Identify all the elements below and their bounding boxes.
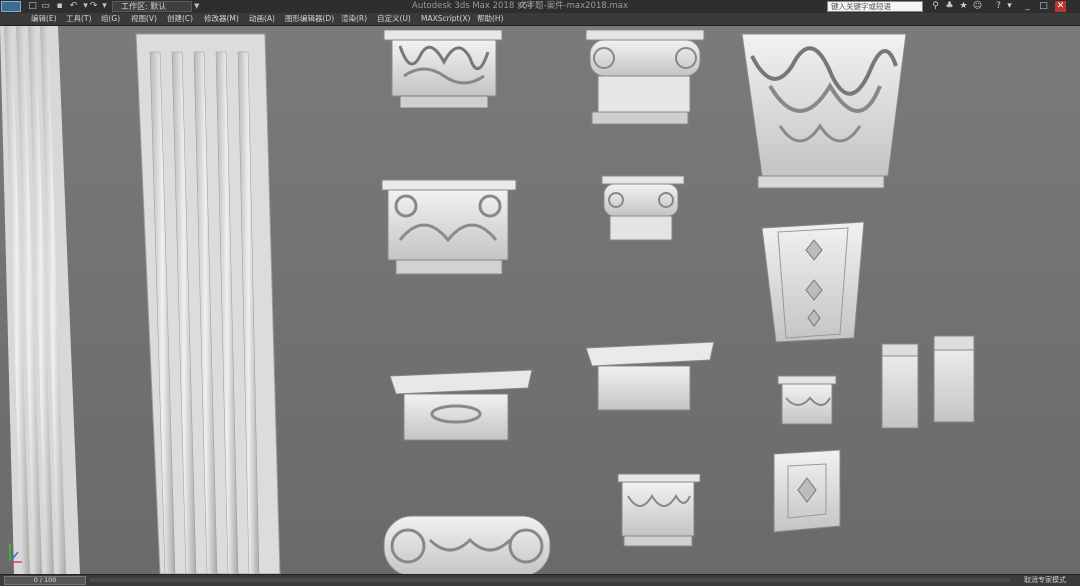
new-file-icon[interactable]: □	[27, 1, 38, 11]
menu-edit[interactable]: 编辑(E)	[31, 13, 57, 25]
user-icon[interactable]: ☺	[972, 1, 983, 12]
minimize-icon[interactable]: _	[1022, 1, 1033, 12]
rosette-panel	[773, 449, 841, 533]
axis-tripod-icon	[6, 536, 26, 566]
subscription-icon[interactable]: ♣	[944, 1, 955, 12]
title-bar: □ ▭ ▪ ↶ ▾ ↷ ▾ 工作区: 默认 ▼ Autodesk 3ds Max…	[0, 0, 1080, 14]
pilaster-block-b	[933, 335, 975, 423]
menu-graph-editors[interactable]: 图形编辑器(D)	[285, 13, 334, 25]
cancel-expert-mode-button[interactable]: 取消专家模式	[1012, 575, 1078, 586]
help-dropdown-icon[interactable]: ▾	[1004, 1, 1015, 12]
menu-rendering[interactable]: 渲染(R)	[341, 13, 367, 25]
menu-views[interactable]: 视图(V)	[131, 13, 157, 25]
menu-help[interactable]: 帮助(H)	[477, 13, 504, 25]
menu-group[interactable]: 组(G)	[101, 13, 120, 25]
pilaster-block-a	[881, 343, 919, 429]
small-capital-right	[777, 375, 837, 425]
redo-dropdown-icon[interactable]: ▾	[99, 1, 110, 11]
viewport-scene	[0, 26, 1080, 574]
menu-animation[interactable]: 动画(A)	[249, 13, 275, 25]
workspace-selector[interactable]: 工作区: 默认	[112, 1, 192, 12]
track-bar[interactable]	[90, 578, 1010, 582]
close-icon[interactable]: ✕	[1055, 1, 1066, 12]
maximize-icon[interactable]: □	[1038, 1, 1049, 12]
binoculars-icon[interactable]: ⚲	[930, 1, 941, 12]
composite-capital-3	[617, 473, 701, 547]
app-menu-button[interactable]	[1, 1, 21, 12]
scroll-capital-bottom	[383, 515, 551, 574]
corinthian-capital-large	[741, 33, 907, 189]
help-icon[interactable]: ?	[993, 1, 1004, 12]
perspective-viewport[interactable]	[0, 26, 1080, 574]
communication-icon[interactable]: ★	[958, 1, 969, 12]
open-file-icon[interactable]: ▭	[40, 1, 51, 11]
window-file-name: 文字题-案件-max2018.max	[518, 1, 629, 11]
window-title: Autodesk 3ds Max 2018 x64	[412, 1, 533, 11]
menu-create[interactable]: 创建(C)	[167, 13, 193, 25]
corinthian-capital-1	[383, 29, 503, 109]
time-slider[interactable]: 0 / 100	[4, 576, 86, 585]
workspace-label: 工作区: 默认	[121, 2, 167, 11]
status-bar: 0 / 100 取消专家模式	[0, 574, 1080, 586]
redo-icon[interactable]: ↷	[88, 1, 99, 11]
menu-customize[interactable]: 自定义(U)	[377, 13, 411, 25]
menu-tools[interactable]: 工具(T)	[66, 13, 91, 25]
chevron-down-icon[interactable]: ▼	[194, 1, 202, 12]
save-file-icon[interactable]: ▪	[54, 1, 65, 11]
menu-bar: 编辑(E) 工具(T) 组(G) 视图(V) 创建(C) 修改器(M) 动画(A…	[0, 13, 1080, 26]
ionic-capital-1	[585, 29, 705, 125]
ionic-capital-2	[601, 175, 685, 241]
keystone-block	[761, 221, 865, 343]
menu-modifiers[interactable]: 修改器(M)	[204, 13, 239, 25]
search-placeholder: 键入关键字或短语	[831, 2, 891, 11]
fluted-pilaster-main	[135, 33, 281, 574]
search-input[interactable]: 键入关键字或短语	[827, 1, 923, 12]
composite-capital-2	[381, 179, 517, 275]
undo-icon[interactable]: ↶	[68, 1, 79, 11]
menu-maxscript[interactable]: MAXScript(X)	[421, 13, 470, 25]
